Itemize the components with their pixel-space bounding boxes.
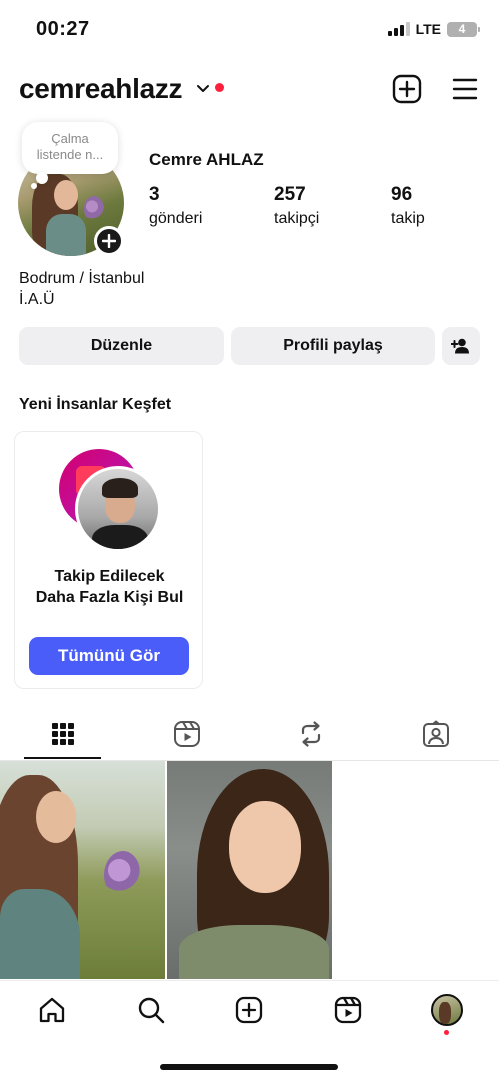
card-text-line: Takip Edilecek [54, 568, 165, 585]
network-label: LTE [415, 21, 441, 37]
nav-home[interactable] [37, 995, 67, 1025]
note-text: Çalma listende n... [36, 131, 104, 162]
signal-icon [387, 22, 410, 36]
tab-posts[interactable] [0, 708, 125, 760]
card-text: Takip Edilecek Daha Fazla Kişi Bul [15, 566, 204, 608]
stat-followers[interactable]: 257 takipçi [274, 184, 319, 230]
notification-dot [444, 1030, 449, 1035]
nav-reels[interactable] [333, 995, 363, 1025]
nav-create[interactable] [234, 995, 264, 1025]
profile-header: cemreahlazz [0, 66, 499, 112]
bio: Bodrum / İstanbul İ.A.Ü [19, 268, 144, 310]
stat-value: 257 [274, 184, 306, 205]
post-thumbnail[interactable] [0, 761, 165, 979]
tagged-icon [422, 720, 449, 747]
home-indicator[interactable] [160, 1064, 338, 1070]
stat-following[interactable]: 96 takip [391, 184, 425, 230]
status-time: 00:27 [36, 18, 90, 40]
notification-dot [215, 83, 224, 92]
username[interactable]: cemreahlazz [19, 73, 183, 105]
bottom-nav [0, 980, 499, 1040]
see-all-button[interactable]: Tümünü Gör [29, 637, 189, 675]
post-thumbnail[interactable] [167, 761, 332, 979]
stat-label: takipçi [274, 210, 320, 227]
note-tail [36, 172, 48, 184]
tab-reposts[interactable] [248, 708, 373, 760]
create-icon [235, 996, 263, 1024]
home-icon [39, 997, 65, 1023]
create-post-icon[interactable] [392, 74, 422, 104]
profile-tabs [0, 708, 499, 761]
menu-icon[interactable] [452, 77, 478, 101]
nav-search[interactable] [136, 995, 166, 1025]
tab-tagged[interactable] [373, 708, 498, 760]
post-grid [0, 761, 499, 979]
nav-profile-avatar[interactable] [431, 994, 463, 1026]
status-bar: 00:27 LTE 4 [0, 0, 499, 60]
stat-value: 96 [391, 184, 413, 205]
card-text-line: Daha Fazla Kişi Bul [35, 589, 184, 606]
add-user-icon [451, 338, 469, 354]
bio-line: İ.A.Ü [19, 291, 55, 308]
search-icon [138, 997, 165, 1024]
reels-icon [334, 996, 362, 1024]
suggestion-avatar [75, 466, 161, 552]
stat-label: takip [391, 210, 425, 227]
active-tab-indicator [24, 757, 101, 759]
reposts-icon [301, 721, 320, 747]
discover-people-button[interactable] [442, 327, 480, 365]
note-bubble[interactable]: Çalma listende n... [22, 122, 118, 174]
add-story-icon[interactable] [94, 226, 124, 256]
discover-card[interactable]: Takip Edilecek Daha Fazla Kişi Bul Tümün… [14, 431, 203, 689]
note-tail-small [31, 183, 37, 189]
chevron-down-icon[interactable] [196, 84, 210, 94]
battery-icon: 4 [447, 21, 480, 37]
discover-title: Yeni İnsanlar Keşfet [19, 396, 172, 413]
bio-line: Bodrum / İstanbul [19, 270, 145, 287]
stat-label: gönderi [149, 210, 203, 227]
stat-posts[interactable]: 3 gönderi [149, 184, 202, 230]
full-name: Cemre AHLAZ [149, 150, 264, 169]
battery-level: 4 [458, 22, 466, 36]
grid-icon [51, 723, 74, 745]
tab-reels[interactable] [124, 708, 249, 760]
status-indicators: LTE 4 [387, 21, 480, 37]
stat-value: 3 [149, 184, 160, 205]
edit-profile-button[interactable]: Düzenle [19, 327, 224, 365]
reels-icon [173, 721, 200, 747]
share-profile-button[interactable]: Profili paylaş [231, 327, 435, 365]
